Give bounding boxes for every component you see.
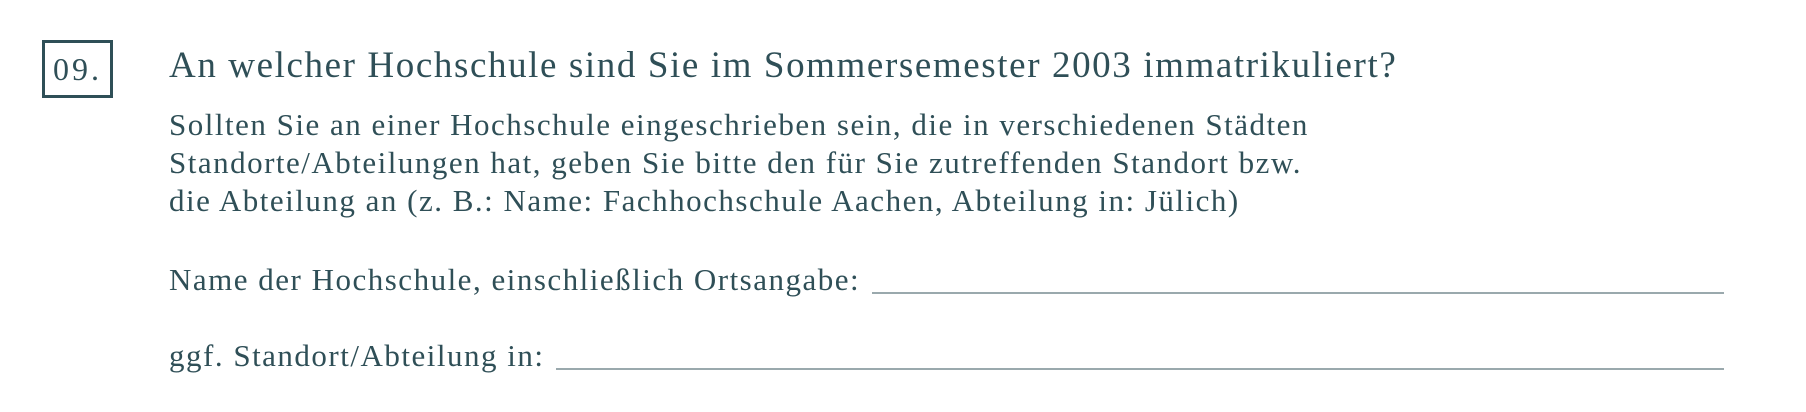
question-number: 09. xyxy=(53,50,102,87)
campus-department-label: ggf. Standort/Abteilung in: xyxy=(169,338,545,373)
campus-department-field-row: ggf. Standort/Abteilung in: xyxy=(169,338,1724,374)
campus-department-input-line[interactable] xyxy=(556,367,1724,370)
university-name-input-line[interactable] xyxy=(872,291,1724,294)
university-name-label: Name der Hochschule, einschließlich Orts… xyxy=(169,262,861,297)
university-name-field-row: Name der Hochschule, einschließlich Orts… xyxy=(169,262,1724,298)
question-instructions: Sollten Sie an einer Hochschule eingesch… xyxy=(169,106,1309,220)
instruction-line: Standorte/Abteilungen hat, geben Sie bit… xyxy=(169,145,1303,180)
question-title: An welcher Hochschule sind Sie im Sommer… xyxy=(169,45,1398,86)
instruction-line: Sollten Sie an einer Hochschule eingesch… xyxy=(169,107,1309,142)
question-number-box: 09. xyxy=(42,40,113,98)
instruction-line: die Abteilung an (z. B.: Name: Fachhochs… xyxy=(169,183,1240,218)
